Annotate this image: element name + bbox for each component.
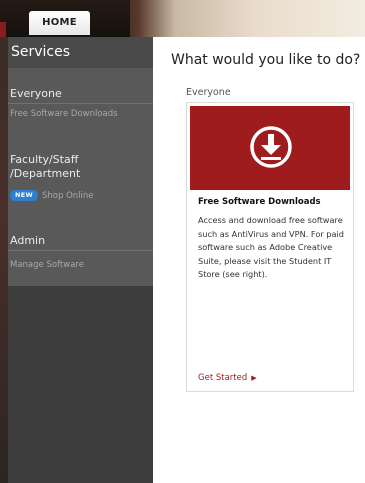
download-icon (250, 126, 292, 168)
sidebar-heading-faculty-staff: Faculty/Staff /Department (10, 153, 81, 180)
sidebar-title: Services (8, 37, 153, 68)
arrow-right-icon: ▶ (251, 374, 257, 382)
sidebar-link-free-software-downloads[interactable]: Free Software Downloads (10, 109, 118, 119)
banner-red-edge (0, 22, 6, 37)
sidebar-divider (8, 250, 153, 251)
sidebar-heading-admin: Admin (10, 234, 46, 247)
get-started-link[interactable]: Get Started ▶ (198, 373, 257, 383)
new-badge: NEW (10, 190, 38, 201)
sidebar-link-shop-online[interactable]: Shop Online (42, 191, 94, 201)
sidebar-heading-everyone: Everyone (10, 87, 62, 100)
card-banner (190, 106, 350, 190)
get-started-label: Get Started (198, 373, 248, 383)
sidebar-panel: Services Everyone Free Software Download… (8, 37, 153, 286)
sidebar: Services Everyone Free Software Download… (8, 37, 153, 483)
card-title: Free Software Downloads (198, 197, 321, 207)
sidebar-divider (8, 103, 153, 104)
card-description: Access and download free software such a… (198, 215, 344, 279)
sidebar-link-manage-software[interactable]: Manage Software (10, 260, 84, 270)
home-tab[interactable]: HOME (29, 11, 90, 35)
top-banner: HOME (0, 0, 365, 37)
section-subhead: Everyone (186, 87, 231, 98)
left-edge-background (0, 37, 8, 483)
page-title: What would you like to do? (171, 52, 361, 68)
software-download-card[interactable]: Free Software Downloads Access and downl… (186, 102, 354, 392)
